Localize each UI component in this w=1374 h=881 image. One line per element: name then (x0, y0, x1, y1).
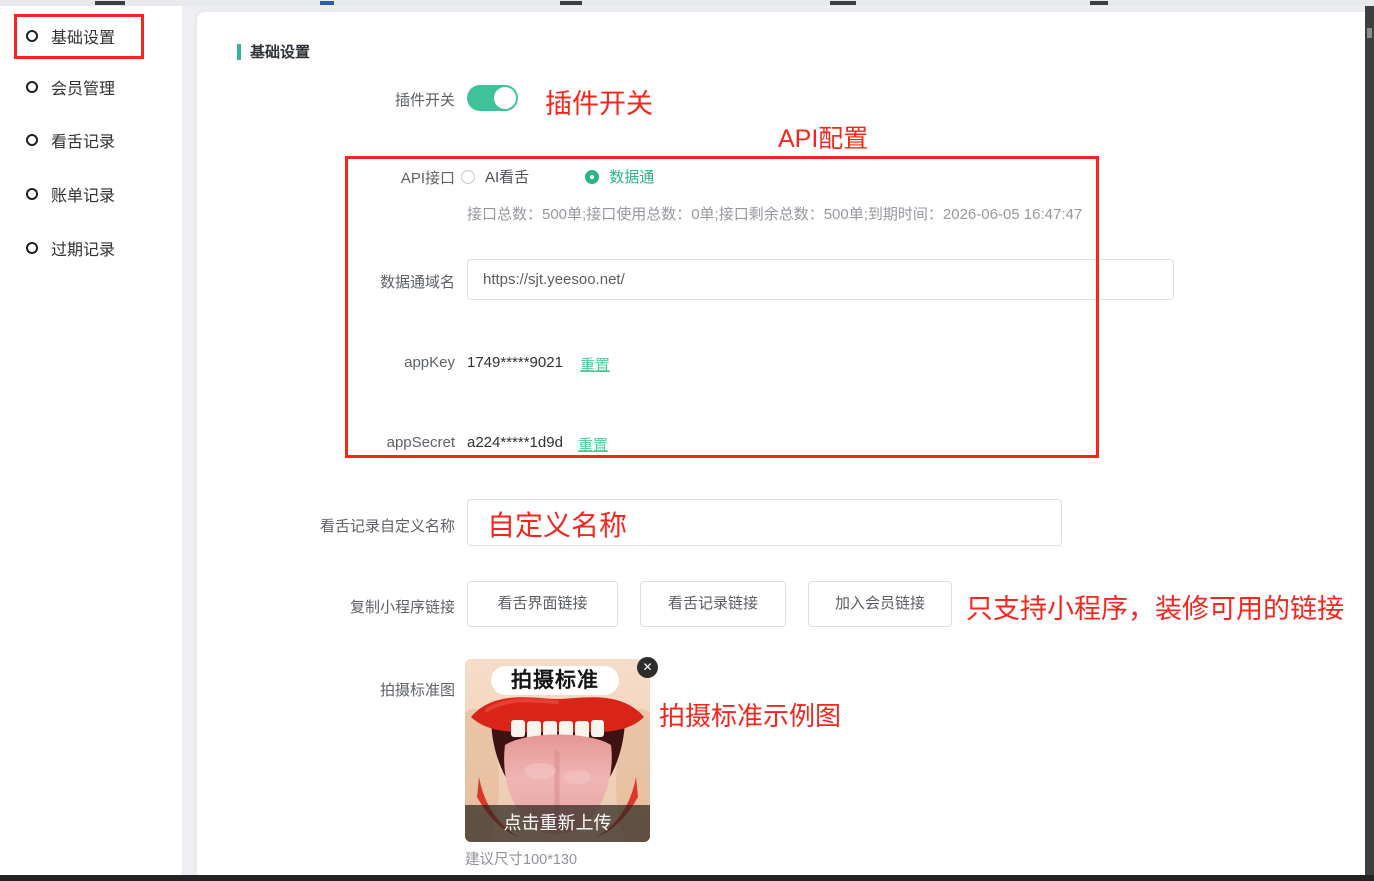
photo-badge: 拍摄标准 (491, 666, 619, 695)
annotation-api-config: API配置 (778, 119, 868, 155)
appkey-value: 1749*****9021 (467, 354, 563, 371)
annotation-box-active-menu (14, 14, 144, 59)
tongue-ui-link-button[interactable]: 看舌界面链接 (467, 581, 618, 627)
reupload-overlay[interactable]: 点击重新上传 (465, 805, 650, 842)
sidebar-item-tongue-records[interactable]: 看舌记录 (26, 129, 115, 151)
radio-circle-icon (26, 242, 38, 254)
domain-label: 数据通域名 (240, 271, 455, 292)
annotation-plugin-switch: 插件开关 (545, 82, 653, 121)
sidebar: 基础设置 会员管理 看舌记录 账单记录 过期记录 (0, 6, 182, 875)
photo-standard-preview[interactable]: 拍摄标准 点击重新上传 (465, 659, 650, 842)
annotation-custom-name: 自定义名称 (487, 504, 627, 544)
sidebar-item-expired-records[interactable]: 过期记录 (26, 237, 115, 259)
section-title: 基础设置 (250, 41, 310, 62)
sidebar-item-bill-records[interactable]: 账单记录 (26, 183, 115, 205)
scrollbar[interactable] (1365, 6, 1374, 875)
sidebar-item-label: 账单记录 (51, 182, 115, 206)
plugin-switch-label: 插件开关 (240, 89, 455, 110)
settings-page: 基础设置 会员管理 看舌记录 账单记录 过期记录 基础设置 插件开关 插件开关 … (0, 0, 1374, 881)
appkey-label: appKey (240, 354, 455, 371)
radio-data-link-label[interactable]: 数据通 (609, 166, 654, 187)
domain-input[interactable]: https://sjt.yeesoo.net/ (467, 259, 1174, 300)
radio-circle-icon (26, 134, 38, 146)
annotation-photo-example: 拍摄标准示例图 (659, 696, 841, 733)
tongue-record-link-button[interactable]: 看舌记录链接 (640, 581, 786, 627)
radio-data-link[interactable] (585, 170, 599, 184)
sidebar-item-member-management[interactable]: 会员管理 (26, 76, 115, 98)
plugin-switch-toggle[interactable] (467, 85, 518, 111)
bottom-window-edge (0, 875, 1374, 881)
appkey-reset-link[interactable]: 重置 (580, 354, 610, 375)
join-member-link-button[interactable]: 加入会员链接 (808, 581, 952, 627)
sidebar-item-label: 会员管理 (51, 75, 115, 99)
top-window-edge (0, 0, 1374, 6)
appsecret-label: appSecret (240, 434, 455, 451)
radio-circle-icon (26, 188, 38, 200)
appsecret-value: a224*****1d9d (467, 434, 563, 451)
radio-ai-tongue[interactable] (461, 170, 475, 184)
copy-links-label: 复制小程序链接 (240, 596, 455, 617)
remove-photo-icon[interactable]: ✕ (637, 657, 658, 678)
appsecret-reset-link[interactable]: 重置 (578, 434, 608, 455)
custom-name-label: 看舌记录自定义名称 (240, 515, 455, 536)
api-interface-label: API接口 (240, 167, 455, 188)
api-interface-radio-group: AI看舌 数据通 (461, 166, 654, 187)
sidebar-item-label: 看舌记录 (51, 128, 115, 152)
annotation-mini-program-note: 只支持小程序，装修可用的链接 (966, 587, 1344, 626)
radio-circle-icon (26, 81, 38, 93)
radio-ai-tongue-label[interactable]: AI看舌 (485, 166, 529, 187)
section-bar-icon (237, 44, 241, 60)
toggle-knob (494, 87, 516, 109)
photo-standard-label: 拍摄标准图 (240, 679, 455, 700)
photo-size-hint: 建议尺寸100*130 (465, 848, 577, 869)
api-usage-stats: 接口总数：500单;接口使用总数：0单;接口剩余总数：500单;到期时间：202… (467, 203, 1082, 224)
sidebar-item-label: 过期记录 (51, 236, 115, 260)
section-header: 基础设置 (237, 41, 310, 62)
